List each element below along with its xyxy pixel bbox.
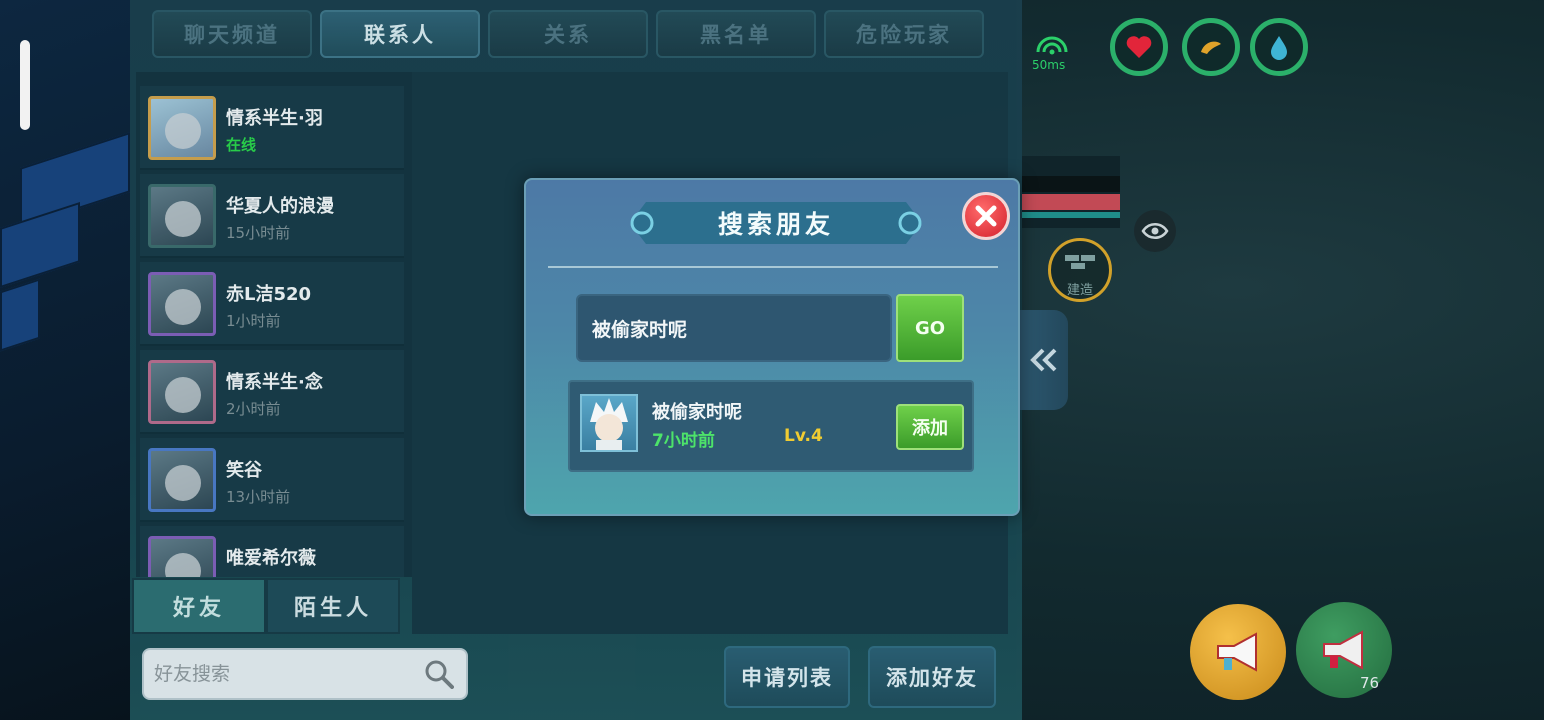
heart-icon bbox=[1126, 36, 1152, 58]
player-search-box bbox=[576, 294, 892, 362]
avatar bbox=[148, 448, 216, 512]
friend-item[interactable]: 情系半生·羽 在线 bbox=[140, 86, 404, 170]
friend-item[interactable]: 情系半生·念 2小时前 bbox=[140, 350, 404, 434]
result-level: Lv.4 bbox=[784, 426, 823, 446]
friend-name: 情系半生·羽 bbox=[226, 108, 323, 129]
signal-icon bbox=[1036, 36, 1068, 55]
add-button[interactable]: 添加 bbox=[896, 404, 964, 450]
search-icon[interactable] bbox=[424, 659, 454, 689]
friend-status: 13小时前 bbox=[226, 488, 291, 506]
collapse-panel-button[interactable] bbox=[1020, 310, 1068, 410]
friend-item[interactable]: 华夏人的浪漫 15小时前 bbox=[140, 174, 404, 258]
title-ribbon: 搜索朋友 bbox=[626, 202, 926, 244]
add-friend-button[interactable]: 添加好友 bbox=[868, 646, 996, 708]
brick-icon bbox=[1065, 255, 1095, 269]
build-label: 建造 bbox=[1067, 283, 1094, 298]
result-player-name: 被偷家时呢 bbox=[652, 402, 742, 423]
request-list-button[interactable]: 申请列表 bbox=[724, 646, 850, 708]
world-megaphone-button[interactable] bbox=[1190, 604, 1286, 700]
tab-strangers[interactable]: 陌生人 bbox=[266, 578, 400, 634]
close-button[interactable] bbox=[962, 192, 1010, 240]
avatar bbox=[148, 536, 216, 577]
friend-item[interactable]: 赤L洁520 1小时前 bbox=[140, 262, 404, 346]
divider bbox=[548, 266, 998, 268]
friend-item[interactable]: 唯爱希尔薇 bbox=[140, 526, 404, 577]
friend-item[interactable]: 笑谷 13小时前 bbox=[140, 438, 404, 522]
social-tabs: 聊天频道 联系人 关系 黑名单 危险玩家 bbox=[152, 10, 984, 58]
friend-list[interactable]: 情系半生·羽 在线 华夏人的浪漫 15小时前 赤L洁520 1小时前 情系半生·… bbox=[136, 72, 412, 577]
friend-status: 在线 bbox=[226, 136, 257, 154]
go-button[interactable]: GO bbox=[896, 294, 964, 362]
megaphone-icon bbox=[1217, 632, 1257, 672]
visibility-toggle[interactable] bbox=[1134, 210, 1176, 252]
megaphone-icon bbox=[1323, 630, 1363, 670]
avatar bbox=[148, 96, 216, 160]
tab-contacts[interactable]: 联系人 bbox=[320, 10, 480, 58]
friend-name: 华夏人的浪漫 bbox=[226, 196, 334, 217]
avatar bbox=[148, 184, 216, 248]
player-search-input[interactable] bbox=[592, 306, 882, 350]
friend-name: 笑谷 bbox=[226, 460, 262, 481]
tab-blacklist[interactable]: 黑名单 bbox=[656, 10, 816, 58]
tab-friends[interactable]: 好友 bbox=[132, 578, 266, 634]
friend-subtabs: 好友 陌生人 bbox=[132, 578, 400, 634]
double-chevron-left-icon bbox=[1030, 348, 1057, 372]
dialog-title: 搜索朋友 bbox=[717, 210, 834, 239]
friend-status: 15小时前 bbox=[226, 224, 291, 242]
food-icon bbox=[1201, 41, 1221, 54]
water-ring bbox=[1250, 18, 1308, 76]
friend-name: 唯爱希尔薇 bbox=[226, 548, 316, 569]
eye-icon bbox=[1141, 223, 1169, 239]
friend-name: 情系半生·念 bbox=[226, 372, 323, 393]
avatar bbox=[580, 394, 638, 452]
search-result-row: 被偷家时呢 7小时前 Lv.4 添加 bbox=[568, 380, 974, 472]
side-drawer-handle[interactable] bbox=[20, 40, 30, 130]
hunger-ring bbox=[1182, 18, 1240, 76]
avatar bbox=[148, 360, 216, 424]
tab-dangerous-players[interactable]: 危险玩家 bbox=[824, 10, 984, 58]
friend-status: 1小时前 bbox=[226, 312, 281, 330]
build-button[interactable]: 建造 bbox=[1048, 238, 1112, 302]
close-icon bbox=[975, 205, 997, 227]
megaphone-count: 76 bbox=[1360, 674, 1380, 692]
friend-status: 2小时前 bbox=[226, 400, 281, 418]
friend-search-box bbox=[142, 648, 468, 700]
search-friend-dialog: 搜索朋友 GO 被偷家时呢 7小时前 Lv.4 添加 bbox=[524, 178, 1020, 516]
water-drop-icon bbox=[1271, 36, 1287, 60]
target-health-bars bbox=[1022, 156, 1120, 228]
ping-readout: 50ms bbox=[1032, 58, 1066, 72]
tab-chat-channel[interactable]: 聊天频道 bbox=[152, 10, 312, 58]
friend-name: 赤L洁520 bbox=[226, 284, 312, 305]
friend-search-input[interactable] bbox=[154, 650, 424, 698]
avatar bbox=[148, 272, 216, 336]
result-last-online: 7小时前 bbox=[652, 431, 715, 451]
health-ring bbox=[1110, 18, 1168, 76]
tab-relations[interactable]: 关系 bbox=[488, 10, 648, 58]
